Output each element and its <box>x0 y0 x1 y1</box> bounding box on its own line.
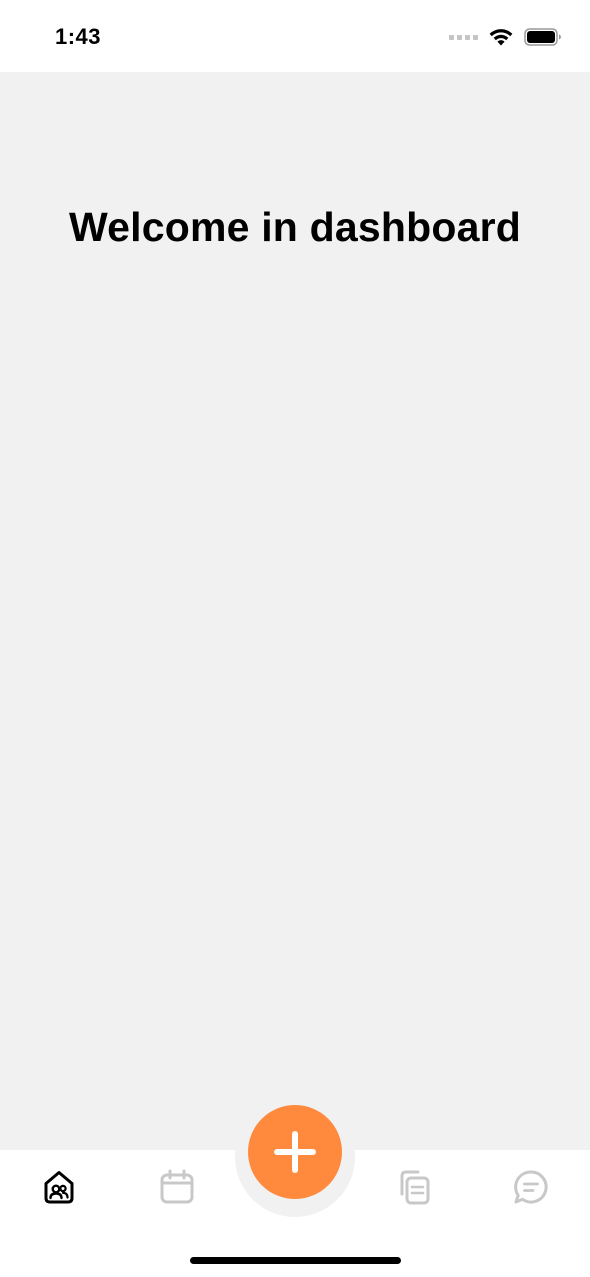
signal-dots-icon <box>449 34 478 40</box>
dashboard-content: Welcome in dashboard <box>0 72 590 1150</box>
tab-documents[interactable] <box>392 1165 436 1209</box>
wifi-icon <box>489 29 513 46</box>
add-button[interactable] <box>248 1105 342 1199</box>
page-title: Welcome in dashboard <box>68 204 522 250</box>
documents-icon <box>400 1170 430 1205</box>
battery-icon <box>524 28 561 46</box>
status-time: 1:43 <box>55 24 102 49</box>
tab-calendar[interactable] <box>155 1165 199 1209</box>
status-icons <box>449 26 562 48</box>
tab-messages[interactable] <box>509 1165 553 1209</box>
status-bar: 1:43 <box>0 0 590 72</box>
calendar-icon <box>160 1169 194 1204</box>
home-indicator[interactable] <box>190 1257 401 1264</box>
home-people-icon <box>44 1171 74 1204</box>
chat-bubble-icon <box>514 1170 548 1204</box>
tab-home[interactable] <box>37 1165 81 1209</box>
plus-icon <box>274 1131 316 1173</box>
